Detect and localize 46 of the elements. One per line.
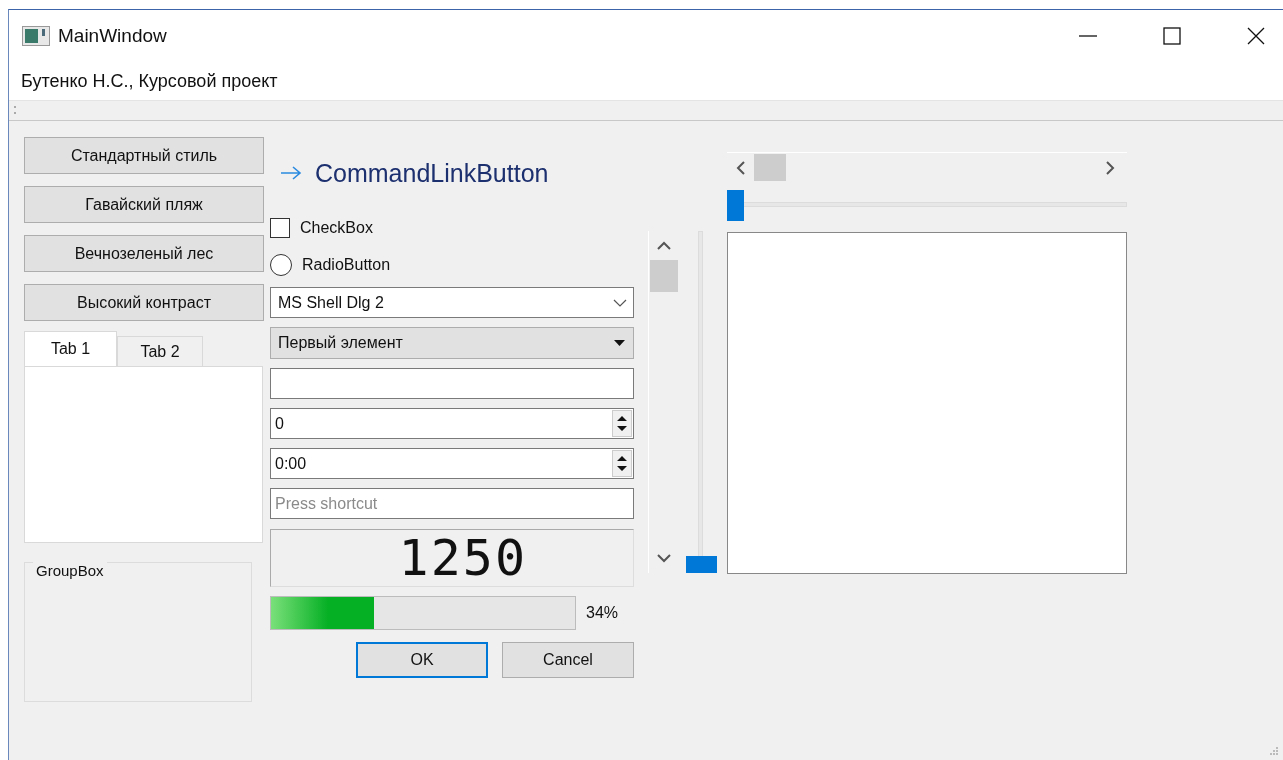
style-button[interactable]: Гавайский пляж (24, 186, 264, 223)
combo-box[interactable]: Первый элемент (270, 327, 634, 359)
dropdown-triangle-icon (614, 340, 625, 346)
spin-arrows-icon[interactable] (612, 450, 632, 477)
tab[interactable]: Tab 1 (24, 331, 117, 366)
group-box-title: GroupBox (33, 562, 107, 579)
scroll-down-icon[interactable] (656, 554, 671, 563)
dialog-button[interactable]: OK (356, 642, 488, 678)
command-link-button[interactable]: CommandLinkButton (270, 153, 549, 193)
window-title: MainWindow (58, 25, 167, 47)
time-edit[interactable]: 0:00 (270, 448, 634, 479)
scroll-left-icon[interactable] (736, 160, 745, 175)
scrollbar-thumb[interactable] (754, 154, 786, 181)
font-combo-box[interactable]: MS Shell Dlg 2 (270, 287, 634, 318)
arrow-icon (280, 165, 302, 181)
progress-reading: 34% (586, 604, 619, 622)
horizontal-scrollbar[interactable] (727, 152, 1127, 182)
vertical-slider[interactable] (686, 231, 717, 573)
scrollbar-thumb[interactable] (649, 260, 678, 292)
app-icon (22, 26, 50, 46)
radio-button-label[interactable]: RadioButton (302, 255, 391, 274)
slider-handle[interactable] (686, 556, 717, 573)
shortcut-input-field[interactable]: Press shortcut (270, 488, 634, 519)
maximize-icon[interactable] (1162, 26, 1182, 46)
spin-box[interactable]: 0 (270, 408, 634, 439)
vertical-scrollbar[interactable] (648, 231, 678, 573)
tab[interactable]: Tab 2 (117, 336, 203, 366)
close-icon[interactable] (1246, 26, 1266, 46)
scroll-up-icon[interactable] (656, 241, 671, 250)
spin-arrows-icon[interactable] (612, 410, 632, 437)
style-button[interactable]: Вечнозеленый лес (24, 235, 264, 272)
toolbar-handle-icon[interactable] (14, 106, 17, 115)
slider-handle[interactable] (727, 190, 744, 221)
lcd-display: 1250 (270, 529, 634, 587)
text-input-field[interactable] (270, 368, 634, 399)
checkbox-label[interactable]: CheckBox (300, 218, 373, 237)
style-button[interactable]: Высокий контраст (24, 284, 264, 321)
radio-button[interactable] (270, 253, 292, 276)
menu-item[interactable]: Бутенко Н.С., Курсовой проект (21, 70, 278, 92)
style-button[interactable]: Стандартный стиль (24, 137, 264, 174)
scroll-right-icon[interactable] (1106, 160, 1115, 175)
size-grip-icon[interactable] (1269, 746, 1279, 756)
dialog-button[interactable]: Cancel (502, 642, 634, 678)
checkbox[interactable] (270, 217, 290, 238)
chevron-down-icon (613, 298, 627, 307)
horizontal-slider[interactable] (727, 190, 1127, 221)
